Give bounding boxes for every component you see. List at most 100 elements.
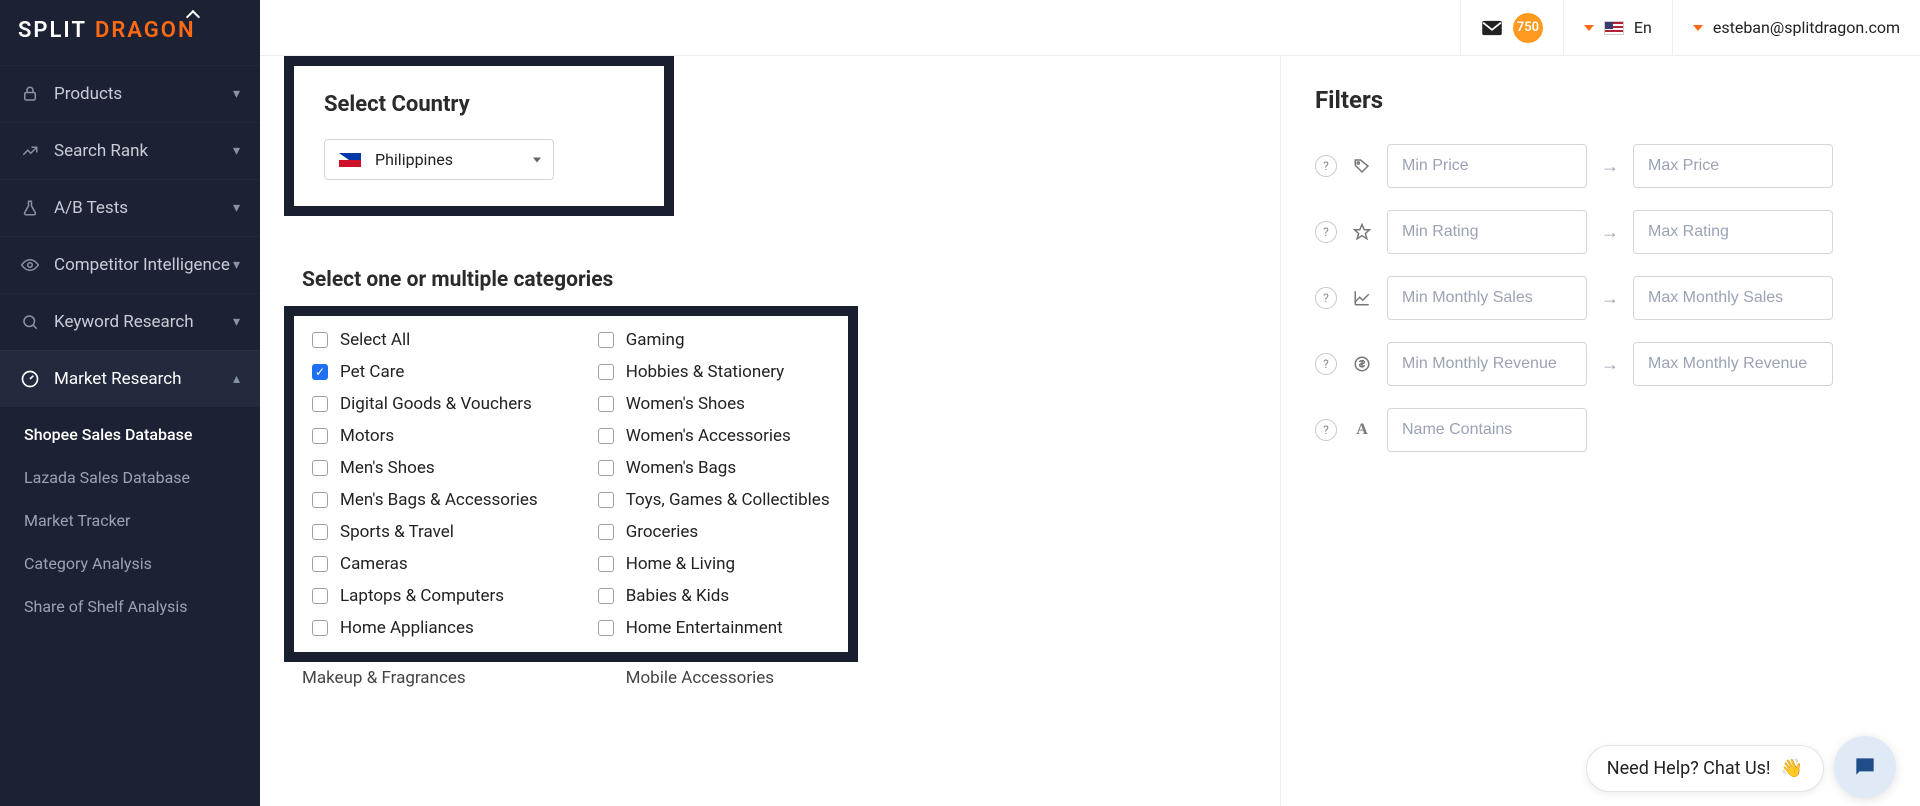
category-row[interactable]: Gaming	[598, 330, 830, 350]
topbar-user[interactable]: esteban@splitdragon.com	[1672, 0, 1920, 55]
sub-lazada[interactable]: Lazada Sales Database	[0, 456, 260, 499]
checkbox[interactable]	[312, 428, 328, 444]
nav-competitor[interactable]: Competitor Intelligence ▾	[0, 236, 260, 293]
caret-down-icon	[1584, 25, 1594, 31]
category-row[interactable]: Home & Living	[598, 554, 830, 574]
min-sales-input[interactable]	[1387, 276, 1587, 320]
checkbox[interactable]	[598, 428, 614, 444]
checkbox[interactable]: ✓	[312, 364, 328, 380]
name-contains-input[interactable]	[1387, 408, 1587, 452]
category-row[interactable]: Men's Shoes	[312, 458, 538, 478]
checkbox[interactable]	[312, 492, 328, 508]
chevron-down-icon: ▾	[233, 200, 240, 216]
category-row[interactable]: Babies & Kids	[598, 586, 830, 606]
trend-icon	[20, 141, 40, 161]
min-revenue-input[interactable]	[1387, 342, 1587, 386]
checkbox[interactable]	[312, 556, 328, 572]
checkbox[interactable]	[312, 620, 328, 636]
nav-label: Market Research	[54, 369, 181, 389]
country-title: Select Country	[324, 92, 554, 117]
help-icon[interactable]: ?	[1315, 419, 1337, 441]
arrow-right-icon: →	[1601, 222, 1619, 243]
category-label: Home Entertainment	[626, 618, 783, 638]
wave-icon: 👋	[1781, 758, 1803, 779]
category-row[interactable]: Home Appliances	[312, 618, 538, 638]
category-row[interactable]: Women's Shoes	[598, 394, 830, 414]
topbar-mail[interactable]: 750	[1460, 0, 1563, 55]
category-row[interactable]: Men's Bags & Accessories	[312, 490, 538, 510]
chat-pill[interactable]: Need Help? Chat Us! 👋	[1586, 745, 1824, 792]
min-price-input[interactable]	[1387, 144, 1587, 188]
nav-label: Competitor Intelligence	[54, 255, 230, 275]
filter-row-sales: ? →	[1315, 276, 1886, 320]
sub-shelf[interactable]: Share of Shelf Analysis	[0, 585, 260, 628]
checkbox[interactable]	[598, 492, 614, 508]
nav-products[interactable]: Products ▾	[0, 65, 260, 122]
brand-split: SPLIT	[18, 18, 87, 43]
max-rating-input[interactable]	[1633, 210, 1833, 254]
help-icon[interactable]: ?	[1315, 287, 1337, 309]
tag-icon	[1351, 157, 1373, 175]
category-row[interactable]: Toys, Games & Collectibles	[598, 490, 830, 510]
category-label: Motors	[340, 426, 394, 446]
category-row[interactable]: ✓ Pet Care	[312, 362, 538, 382]
category-row[interactable]: Hobbies & Stationery	[598, 362, 830, 382]
checkbox[interactable]	[598, 460, 614, 476]
category-row[interactable]: Home Entertainment	[598, 618, 830, 638]
checkbox[interactable]	[312, 396, 328, 412]
chat-fab[interactable]	[1834, 736, 1896, 798]
category-label: Hobbies & Stationery	[626, 362, 785, 382]
category-row[interactable]: Motors	[312, 426, 538, 446]
help-icon[interactable]: ?	[1315, 353, 1337, 375]
category-row[interactable]: Women's Accessories	[598, 426, 830, 446]
category-label: Digital Goods & Vouchers	[340, 394, 532, 414]
cat-below-2[interactable]: Mobile Accessories	[626, 668, 774, 688]
sub-category[interactable]: Category Analysis	[0, 542, 260, 585]
categories-col2: Gaming Hobbies & Stationery Women's Shoes W…	[598, 330, 830, 638]
caret-down-icon	[533, 157, 541, 162]
categories-title: Select one or multiple categories	[302, 268, 1280, 292]
category-row[interactable]: Select All	[312, 330, 538, 350]
category-row[interactable]: Sports & Travel	[312, 522, 538, 542]
topbar-lang[interactable]: En	[1563, 0, 1672, 55]
checkbox[interactable]	[598, 332, 614, 348]
category-row[interactable]: Laptops & Computers	[312, 586, 538, 606]
checkbox[interactable]	[598, 620, 614, 636]
max-revenue-input[interactable]	[1633, 342, 1833, 386]
checkbox[interactable]	[598, 588, 614, 604]
category-row[interactable]: Digital Goods & Vouchers	[312, 394, 538, 414]
checkbox[interactable]	[312, 460, 328, 476]
checkbox[interactable]	[598, 364, 614, 380]
nav-market-research[interactable]: Market Research ▴	[0, 350, 260, 407]
nav-label: Keyword Research	[54, 312, 194, 332]
text-icon: A	[1351, 421, 1373, 439]
cat-below-1[interactable]: Makeup & Fragrances	[302, 668, 466, 688]
checkbox[interactable]	[598, 556, 614, 572]
flask-icon	[20, 198, 40, 218]
checkbox[interactable]	[312, 332, 328, 348]
search-icon	[20, 312, 40, 332]
sub-tracker[interactable]: Market Tracker	[0, 499, 260, 542]
checkbox[interactable]	[312, 588, 328, 604]
sub-shopee[interactable]: Shopee Sales Database	[0, 413, 260, 456]
checkbox[interactable]	[598, 396, 614, 412]
category-row[interactable]: Groceries	[598, 522, 830, 542]
nav-keyword[interactable]: Keyword Research ▾	[0, 293, 260, 350]
max-sales-input[interactable]	[1633, 276, 1833, 320]
max-price-input[interactable]	[1633, 144, 1833, 188]
nav-search-rank[interactable]: Search Rank ▾	[0, 122, 260, 179]
category-label: Pet Care	[340, 362, 404, 382]
mail-badge: 750	[1513, 13, 1543, 43]
arrow-right-icon: →	[1601, 354, 1619, 375]
country-block: Select Country Philippines	[284, 56, 674, 216]
category-row[interactable]: Women's Bags	[598, 458, 830, 478]
help-icon[interactable]: ?	[1315, 155, 1337, 177]
help-icon[interactable]: ?	[1315, 221, 1337, 243]
min-rating-input[interactable]	[1387, 210, 1587, 254]
filters-panel: Filters ? → ? → ? → ? →	[1280, 56, 1920, 806]
category-row[interactable]: Cameras	[312, 554, 538, 574]
checkbox[interactable]	[598, 524, 614, 540]
checkbox[interactable]	[312, 524, 328, 540]
country-select[interactable]: Philippines	[324, 139, 554, 180]
nav-ab-tests[interactable]: A/B Tests ▾	[0, 179, 260, 236]
